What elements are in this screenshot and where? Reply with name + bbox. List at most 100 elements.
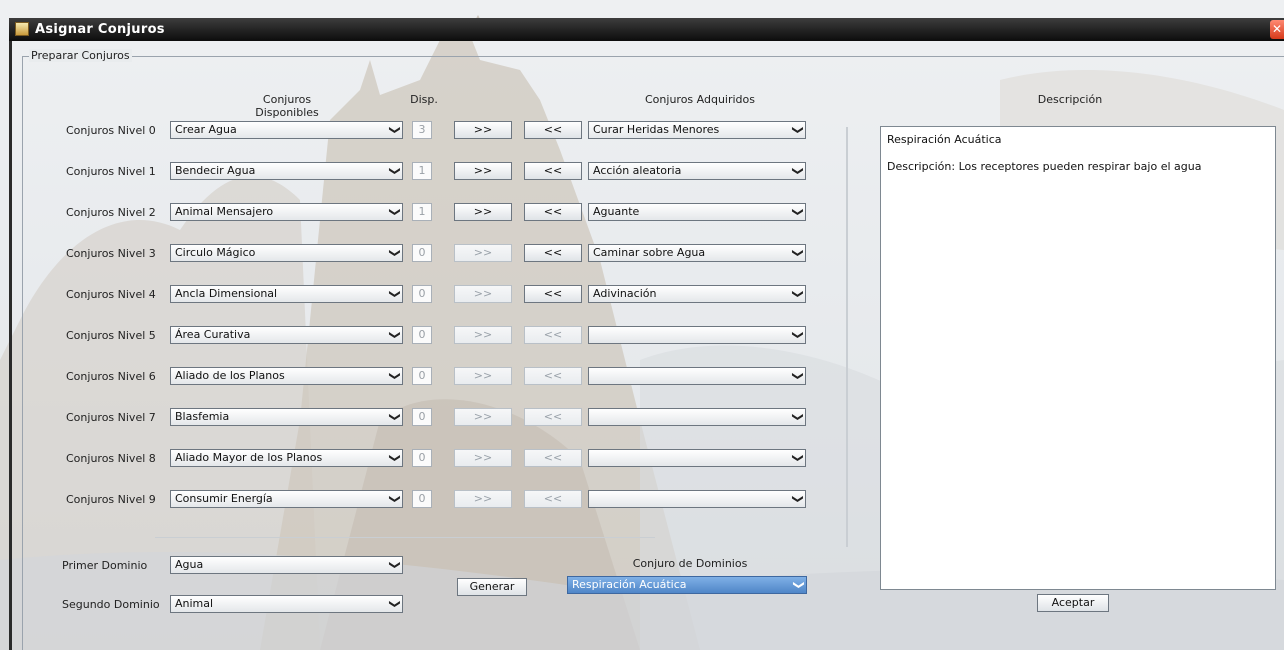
level-label: Conjuros Nivel 7	[66, 411, 156, 424]
close-icon[interactable]: ✕	[1270, 20, 1284, 39]
available-spell-value: Crear Agua	[175, 123, 237, 136]
available-spell-select[interactable]: Aliado Mayor de los Planos ❯	[170, 449, 403, 467]
add-spell-button[interactable]: >>	[454, 408, 512, 426]
level-label: Conjuros Nivel 8	[66, 452, 156, 465]
available-spell-select[interactable]: Animal Mensajero ❯	[170, 203, 403, 221]
add-spell-button[interactable]: >>	[454, 121, 512, 139]
header-disp: Disp.	[410, 93, 438, 106]
available-spell-value: Aliado Mayor de los Planos	[175, 451, 323, 464]
available-count: 3	[412, 121, 432, 139]
available-spell-select[interactable]: Área Curativa ❯	[170, 326, 403, 344]
vertical-separator	[846, 127, 848, 547]
chevron-down-icon: ❯	[388, 248, 402, 258]
remove-spell-button[interactable]: <<	[524, 121, 582, 139]
available-spell-select[interactable]: Consumir Energía ❯	[170, 490, 403, 508]
remove-spell-button[interactable]: <<	[524, 408, 582, 426]
header-descripcion: Descripción	[1037, 93, 1103, 106]
available-spell-select[interactable]: Crear Agua ❯	[170, 121, 403, 139]
segundo-dominio-value: Animal	[175, 597, 214, 610]
available-spell-value: Animal Mensajero	[175, 205, 274, 218]
chevron-down-icon: ❯	[388, 599, 402, 609]
acquired-spell-select[interactable]: ❯	[588, 367, 806, 385]
available-count: 1	[412, 203, 432, 221]
primer-dominio-value: Agua	[175, 558, 204, 571]
acquired-spell-select[interactable]: Adivinación ❯	[588, 285, 806, 303]
chevron-down-icon: ❯	[388, 412, 402, 422]
acquired-spell-select[interactable]: Caminar sobre Agua ❯	[588, 244, 806, 262]
level-label: Conjuros Nivel 4	[66, 288, 156, 301]
chevron-down-icon: ❯	[791, 289, 805, 299]
primer-dominio-select[interactable]: Agua ❯	[170, 556, 403, 574]
window-title: Asignar Conjuros	[35, 22, 165, 37]
acquired-spell-value: Curar Heridas Menores	[593, 123, 720, 136]
acquired-spell-select[interactable]: ❯	[588, 408, 806, 426]
remove-spell-button[interactable]: <<	[524, 490, 582, 508]
remove-spell-button[interactable]: <<	[524, 203, 582, 221]
chevron-down-icon: ❯	[791, 125, 805, 135]
level-label: Conjuros Nivel 0	[66, 124, 156, 137]
add-spell-button[interactable]: >>	[454, 285, 512, 303]
aceptar-button[interactable]: Aceptar	[1037, 594, 1109, 612]
description-textarea[interactable]: Respiración Acuática Descripción: Los re…	[880, 126, 1276, 590]
segundo-dominio-select[interactable]: Animal ❯	[170, 595, 403, 613]
add-spell-button[interactable]: >>	[454, 449, 512, 467]
acquired-spell-select[interactable]: Curar Heridas Menores ❯	[588, 121, 806, 139]
remove-spell-button[interactable]: <<	[524, 162, 582, 180]
remove-spell-button[interactable]: <<	[524, 285, 582, 303]
acquired-spell-select[interactable]: ❯	[588, 449, 806, 467]
acquired-spell-select[interactable]: Acción aleatoria ❯	[588, 162, 806, 180]
chevron-down-icon: ❯	[791, 248, 805, 258]
available-count: 0	[412, 490, 432, 508]
chevron-down-icon: ❯	[791, 371, 805, 381]
available-count: 0	[412, 367, 432, 385]
available-spell-select[interactable]: Ancla Dimensional ❯	[170, 285, 403, 303]
available-count: 0	[412, 244, 432, 262]
description-text: Descripción: Los receptores pueden respi…	[887, 160, 1202, 173]
chevron-down-icon: ❯	[388, 330, 402, 340]
acquired-spell-value: Aguante	[593, 205, 640, 218]
java-app-icon	[15, 22, 29, 36]
acquired-spell-select[interactable]: Aguante ❯	[588, 203, 806, 221]
remove-spell-button[interactable]: <<	[524, 367, 582, 385]
window-border	[9, 41, 12, 650]
chevron-down-icon: ❯	[388, 560, 402, 570]
add-spell-button[interactable]: >>	[454, 490, 512, 508]
remove-spell-button[interactable]: <<	[524, 449, 582, 467]
available-count: 0	[412, 408, 432, 426]
level-label: Conjuros Nivel 5	[66, 329, 156, 342]
level-label: Conjuros Nivel 6	[66, 370, 156, 383]
available-spell-value: Bendecir Agua	[175, 164, 256, 177]
add-spell-button[interactable]: >>	[454, 162, 512, 180]
remove-spell-button[interactable]: <<	[524, 326, 582, 344]
generar-button[interactable]: Generar	[457, 578, 527, 596]
remove-spell-button[interactable]: <<	[524, 244, 582, 262]
chevron-down-icon: ❯	[388, 207, 402, 217]
acquired-spell-value: Caminar sobre Agua	[593, 246, 706, 259]
title-bar[interactable]: Asignar Conjuros ✕	[9, 18, 1284, 41]
available-spell-select[interactable]: Aliado de los Planos ❯	[170, 367, 403, 385]
available-spell-select[interactable]: Circulo Mágico ❯	[170, 244, 403, 262]
chevron-down-icon: ❯	[388, 289, 402, 299]
add-spell-button[interactable]: >>	[454, 326, 512, 344]
acquired-spell-select[interactable]: ❯	[588, 490, 806, 508]
level-label: Conjuros Nivel 2	[66, 206, 156, 219]
chevron-down-icon: ❯	[388, 494, 402, 504]
chevron-down-icon: ❯	[791, 494, 805, 504]
add-spell-button[interactable]: >>	[454, 203, 512, 221]
description-title: Respiración Acuática	[887, 133, 1002, 146]
acquired-spell-select[interactable]: ❯	[588, 326, 806, 344]
available-spell-select[interactable]: Bendecir Agua ❯	[170, 162, 403, 180]
segundo-dominio-label: Segundo Dominio	[62, 598, 160, 611]
available-spell-select[interactable]: Blasfemia ❯	[170, 408, 403, 426]
available-spell-value: Aliado de los Planos	[175, 369, 285, 382]
add-spell-button[interactable]: >>	[454, 367, 512, 385]
conjuro-de-dominios-select[interactable]: Respiración Acuática ❯	[567, 576, 807, 594]
level-label: Conjuros Nivel 1	[66, 165, 156, 178]
acquired-spell-value: Adivinación	[593, 287, 657, 300]
chevron-down-icon: ❯	[791, 330, 805, 340]
add-spell-button[interactable]: >>	[454, 244, 512, 262]
available-spell-value: Área Curativa	[175, 328, 251, 341]
chevron-down-icon: ❯	[388, 371, 402, 381]
available-spell-value: Consumir Energía	[175, 492, 273, 505]
available-count: 1	[412, 162, 432, 180]
